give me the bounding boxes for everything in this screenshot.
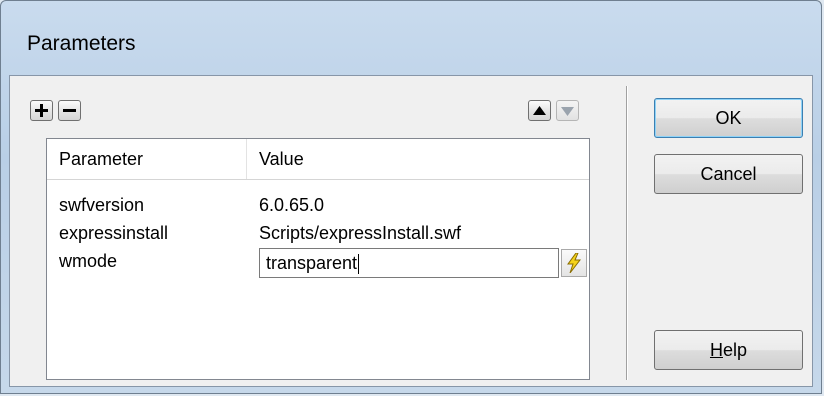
parameter-value-input[interactable]: transparent	[259, 248, 559, 278]
add-parameter-button[interactable]	[30, 100, 53, 121]
parameter-name: wmode	[59, 251, 118, 271]
title-bar[interactable]: Parameters	[1, 1, 821, 75]
plus-icon	[35, 104, 48, 117]
table-header: Parameter Value	[47, 139, 589, 180]
text-caret	[358, 254, 360, 275]
lightning-bolt-icon	[567, 253, 582, 273]
dynamic-data-button[interactable]	[561, 249, 587, 277]
help-label-rest: elp	[722, 340, 748, 360]
vertical-divider	[626, 86, 628, 380]
dialog-title: Parameters	[27, 32, 136, 55]
remove-parameter-button[interactable]	[58, 100, 81, 121]
minus-icon	[63, 109, 76, 112]
triangle-up-icon	[533, 105, 546, 115]
cancel-button[interactable]: Cancel	[654, 154, 803, 194]
help-mnemonic: H	[709, 340, 723, 360]
parameters-dialog: Parameters Parameter Value swfversion 6.…	[0, 0, 822, 394]
parameter-value: Scripts/expressInstall.swf	[259, 223, 462, 243]
triangle-down-icon	[561, 106, 574, 116]
parameter-value-text: transparent	[266, 253, 358, 273]
move-down-button[interactable]	[556, 100, 579, 121]
dialog-body: Parameter Value swfversion 6.0.65.0 expr…	[9, 75, 813, 387]
column-header-parameter[interactable]: Parameter	[47, 139, 247, 179]
parameters-table[interactable]: Parameter Value swfversion 6.0.65.0 expr…	[46, 138, 590, 380]
move-up-button[interactable]	[528, 100, 551, 121]
help-button[interactable]: Help	[654, 330, 803, 370]
column-header-value[interactable]: Value	[247, 139, 589, 179]
table-row[interactable]: swfversion 6.0.65.0	[47, 191, 589, 219]
parameter-name: swfversion	[59, 195, 145, 215]
parameter-name: expressinstall	[59, 223, 169, 243]
ok-button[interactable]: OK	[654, 98, 803, 138]
parameter-value: 6.0.65.0	[259, 195, 325, 215]
table-row[interactable]: expressinstall Scripts/expressInstall.sw…	[47, 219, 589, 247]
table-row[interactable]: wmode transparent	[47, 247, 589, 278]
